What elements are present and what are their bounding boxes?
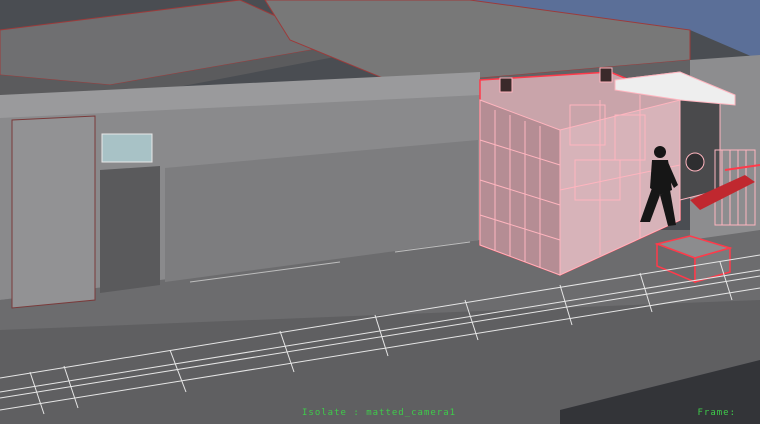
scene-render <box>0 0 760 424</box>
camera-name: matted_camera1 <box>366 408 457 418</box>
isolate-label: Isolate <box>302 408 347 418</box>
isolate-hud-label: Isolate : matted_camera1 <box>302 408 456 418</box>
lamp-left <box>499 77 513 93</box>
left-pillar <box>11 115 96 309</box>
3d-viewport[interactable]: Isolate : matted_camera1 Frame: <box>0 0 760 424</box>
frame-hud-label: Frame: <box>697 408 736 418</box>
isolate-separator: : <box>353 408 360 418</box>
lamp-right <box>599 67 613 83</box>
doorway <box>100 166 160 293</box>
window <box>101 133 153 163</box>
